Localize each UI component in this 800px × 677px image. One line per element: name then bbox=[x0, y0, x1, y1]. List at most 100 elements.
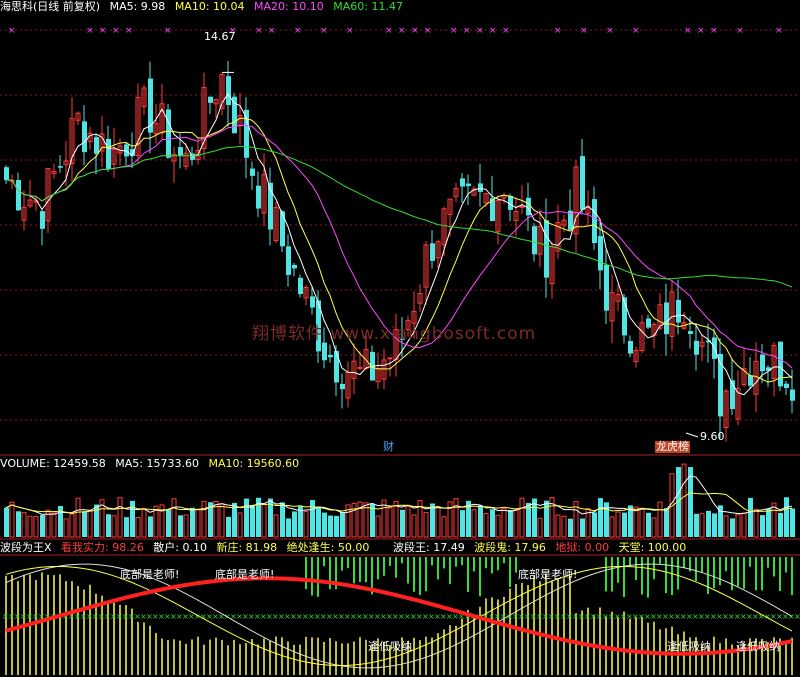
signal-x-mark: × bbox=[112, 26, 120, 36]
candle-body-down bbox=[166, 109, 171, 158]
volume-bar-down bbox=[58, 505, 63, 537]
signal-x-mark: × bbox=[684, 26, 692, 36]
volume-bar-down bbox=[592, 512, 597, 537]
candle-body-down bbox=[334, 350, 339, 383]
volume-bar-up bbox=[519, 497, 525, 538]
volume-bar-up bbox=[69, 513, 75, 538]
volume-bar-down bbox=[400, 509, 405, 537]
volume-bar-up bbox=[483, 512, 489, 538]
signal-x-mark: × bbox=[86, 26, 94, 36]
signal-x-mark: × bbox=[424, 26, 432, 36]
candle-body-down bbox=[592, 199, 597, 244]
low-price-text: 9.60 bbox=[700, 430, 725, 443]
signal-x-mark: × bbox=[268, 26, 276, 36]
signal-x-mark: × bbox=[385, 26, 393, 36]
finance-marker[interactable]: 财 bbox=[383, 441, 394, 453]
low-price-label: 9.60 bbox=[700, 431, 725, 443]
candle-body-down bbox=[82, 121, 87, 153]
volume-bar-down bbox=[766, 508, 771, 537]
signal-x-mark: × bbox=[775, 26, 783, 36]
volume-bar-up bbox=[453, 498, 459, 538]
low-pointer bbox=[685, 432, 699, 438]
candle-body-down bbox=[748, 375, 753, 386]
candle-body-down bbox=[646, 318, 651, 328]
signal-x-mark: × bbox=[294, 26, 302, 36]
volume-bar-down bbox=[82, 511, 87, 537]
signal-x-mark: × bbox=[710, 26, 718, 36]
midline-mark: × bbox=[794, 612, 800, 621]
candle-body-down bbox=[460, 178, 465, 187]
signal-label-1: 底部是老师! bbox=[120, 568, 180, 581]
candle-body-down bbox=[148, 78, 153, 133]
signal-x-mark: × bbox=[125, 26, 133, 36]
volume-bar-down bbox=[664, 508, 669, 537]
volume-bar-down bbox=[622, 512, 627, 537]
ma5-line bbox=[5, 92, 793, 396]
signal-x-mark: × bbox=[450, 26, 458, 36]
volume-bar-down bbox=[292, 511, 297, 537]
candle-body-down bbox=[778, 341, 783, 387]
volume-bar-down bbox=[730, 518, 735, 537]
candle-body-down bbox=[244, 109, 249, 158]
longhubang-marker[interactable]: 龙虎榜 bbox=[655, 441, 690, 453]
volume-bar-up bbox=[633, 506, 639, 538]
signal-x-mark: × bbox=[346, 26, 354, 36]
candle-body-down bbox=[16, 180, 21, 211]
volume-bar-down bbox=[130, 500, 135, 537]
volume-bar-up bbox=[261, 503, 267, 538]
volume-bar-down bbox=[40, 515, 45, 537]
volume-bar-down bbox=[328, 515, 333, 537]
volume-bar-up bbox=[561, 515, 567, 538]
signal-x-mark: × bbox=[411, 26, 419, 36]
volume-bar-up bbox=[183, 514, 189, 538]
volume-bar-down bbox=[226, 516, 231, 537]
candle-body-down bbox=[310, 296, 315, 308]
candle-body-down bbox=[340, 383, 345, 390]
signal-x-mark: × bbox=[99, 26, 107, 36]
volume-bar-up bbox=[513, 508, 519, 538]
signal-x-mark: × bbox=[476, 26, 484, 36]
signal-x-mark: × bbox=[255, 26, 263, 36]
volume-bar-up bbox=[699, 513, 705, 538]
ma60-line bbox=[5, 145, 793, 288]
candle-body-down bbox=[544, 220, 549, 278]
volume-bar-down bbox=[568, 518, 573, 537]
volume-bar-down bbox=[178, 515, 183, 537]
candle-body-down bbox=[226, 76, 231, 106]
candle-body-down bbox=[688, 331, 693, 334]
volume-bar-up bbox=[735, 513, 741, 538]
candle-body-down bbox=[4, 167, 9, 181]
volume-bar-up bbox=[501, 507, 507, 538]
signal-x-mark: × bbox=[489, 26, 497, 36]
buy-label-3: 逢低吸纳 bbox=[736, 640, 780, 653]
volume-bar-up bbox=[681, 463, 687, 538]
candle-body-down bbox=[298, 277, 303, 295]
volume-bar-down bbox=[706, 510, 711, 537]
signal-x-mark: × bbox=[632, 26, 640, 36]
signal-x-mark: × bbox=[502, 26, 510, 36]
candle-body-up bbox=[387, 357, 393, 360]
volume-bar-up bbox=[639, 507, 645, 538]
candle-body-down bbox=[292, 264, 297, 269]
volume-bar-up bbox=[75, 497, 81, 538]
volume-bar-down bbox=[286, 518, 291, 537]
volume-bar-up bbox=[27, 515, 33, 538]
volume-bar-down bbox=[478, 505, 483, 537]
candle-body-down bbox=[430, 243, 435, 261]
volume-bar-up bbox=[651, 517, 657, 538]
watermark-text: 翔博软件 www.xiangbosoft.com bbox=[252, 324, 537, 344]
volume-bar-down bbox=[310, 500, 315, 537]
candle-body-down bbox=[250, 168, 255, 176]
volume-bar-down bbox=[340, 512, 345, 537]
volume-bar-up bbox=[111, 515, 117, 538]
volume-bar-up bbox=[117, 497, 123, 538]
volume-bar-up bbox=[387, 507, 393, 538]
candle-body-down bbox=[208, 96, 213, 103]
volume-bar-down bbox=[694, 513, 699, 537]
candle-body-down bbox=[94, 137, 99, 154]
candle-body-down bbox=[58, 166, 63, 168]
volume-bar-up bbox=[141, 509, 147, 538]
candle-body-down bbox=[256, 185, 261, 209]
volume-bar-up bbox=[423, 512, 429, 538]
volume-bar-down bbox=[280, 502, 285, 537]
